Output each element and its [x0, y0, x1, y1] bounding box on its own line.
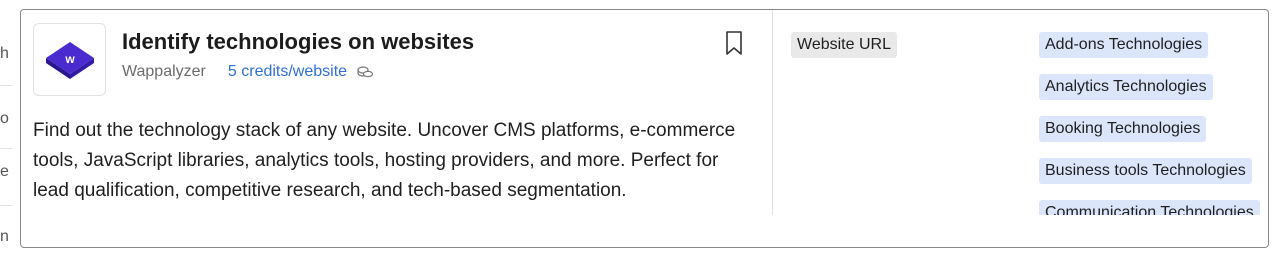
output-tag: Add-ons Technologies [1039, 32, 1209, 58]
credits-label: 5 credits/website [227, 63, 348, 80]
card-description: Find out the technology stack of any web… [33, 120, 736, 201]
card-main: w Identify technologies on websites Wapp… [21, 10, 773, 247]
logo-letter: w [64, 52, 75, 66]
background-fragment: h [0, 45, 9, 62]
output-tag: Business tools Technologies [1039, 158, 1252, 184]
output-tag: Communication Technologies [1039, 200, 1260, 215]
output-tag: Booking Technologies [1039, 116, 1207, 142]
background-fragment: n [0, 228, 9, 245]
card-subline: Wappalyzer 5 credits/website [122, 63, 374, 81]
background-list-edge: h o e n [0, 0, 14, 262]
wappalyzer-logo-icon: w [45, 41, 94, 79]
card-title: Identify technologies on websites [122, 29, 475, 54]
card-io-panel: Website URL Add-ons Technologies Analyti… [773, 10, 1268, 215]
background-divider [0, 205, 12, 206]
input-tag-website-url: Website URL [791, 32, 897, 58]
background-fragment: o [0, 110, 9, 127]
wappalyzer-logo: w [33, 23, 106, 96]
page: h o e n w Identify technologies on websi… [0, 0, 1286, 262]
output-tags-list: Add-ons Technologies Analytics Technolog… [1039, 32, 1268, 215]
background-divider [0, 85, 12, 86]
coins-icon [356, 65, 374, 79]
output-tag: Analytics Technologies [1039, 74, 1213, 100]
enrichment-card[interactable]: w Identify technologies on websites Wapp… [20, 9, 1269, 248]
background-divider [0, 148, 12, 149]
background-fragment: e [0, 163, 9, 180]
vendor-name: Wappalyzer [122, 63, 206, 80]
bookmark-icon[interactable] [724, 30, 744, 56]
